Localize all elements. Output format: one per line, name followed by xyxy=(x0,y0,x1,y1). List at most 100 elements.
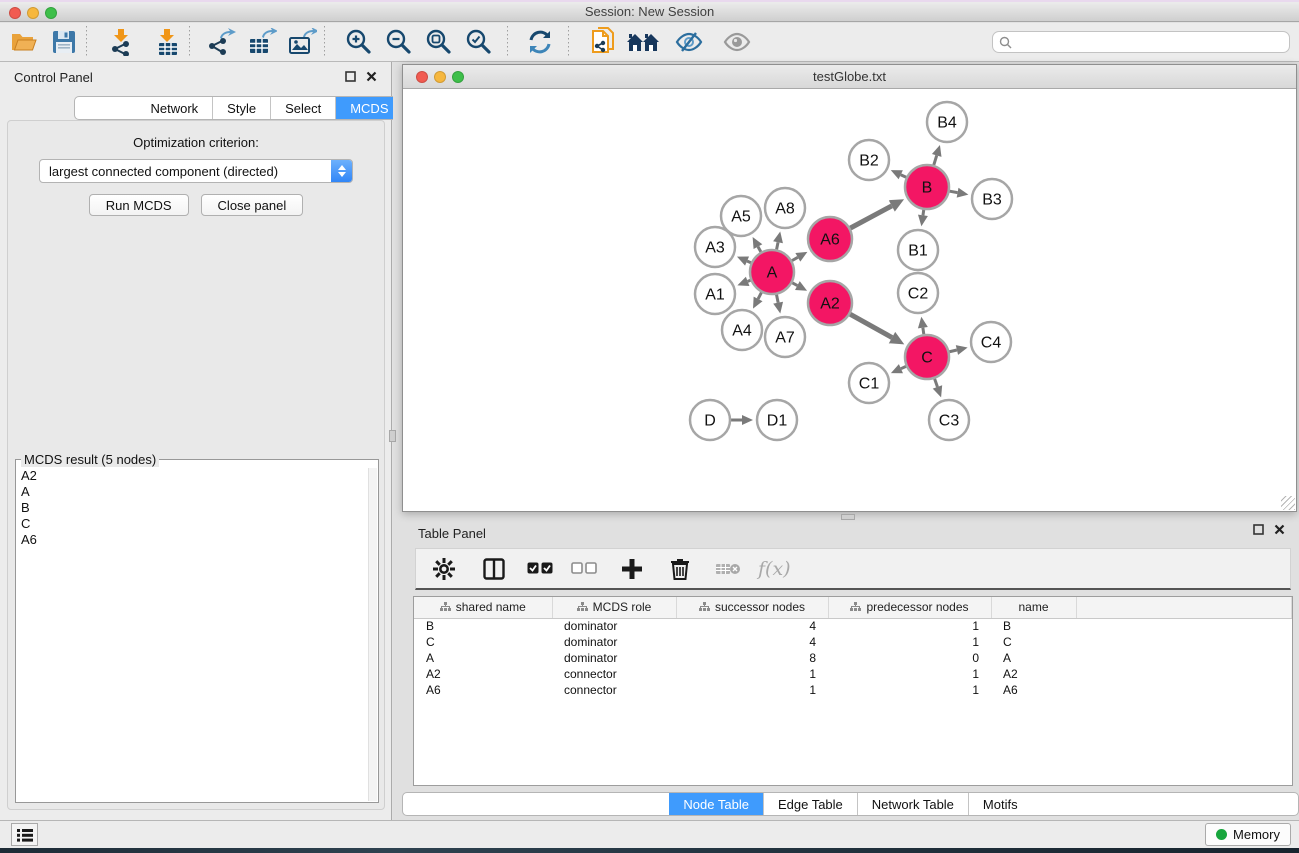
column-type-icon xyxy=(699,602,710,612)
select-all-button[interactable] xyxy=(522,552,558,586)
result-item[interactable]: A xyxy=(17,484,368,500)
edge-A-A5[interactable] xyxy=(758,247,761,252)
refresh-layout-button[interactable] xyxy=(520,25,560,59)
result-item[interactable]: A6 xyxy=(17,532,368,548)
tab-motifs[interactable]: Motifs xyxy=(969,793,1032,815)
export-table-button[interactable] xyxy=(242,25,282,59)
node-label: A7 xyxy=(775,330,795,347)
criterion-dropdown[interactable]: largest connected component (directed) xyxy=(39,159,353,183)
table-row[interactable]: A6connector11A6 xyxy=(414,682,1292,698)
column-header-successor-nodes[interactable]: successor nodes xyxy=(676,597,828,618)
network-graph[interactable]: AA1A2A3A4A5A6A7A8BB1B2B3B4CC1C2C3C4DD1 xyxy=(403,90,1296,511)
open-folder-icon xyxy=(10,29,38,55)
edge-C-C3[interactable] xyxy=(935,379,938,387)
column-header-predecessor-nodes[interactable]: predecessor nodes xyxy=(828,597,991,618)
tab-node-table[interactable]: Node Table xyxy=(669,793,764,815)
table-row[interactable]: Bdominator41B xyxy=(414,618,1292,634)
edge-A-A8[interactable] xyxy=(777,242,778,249)
float-table-panel-icon[interactable] xyxy=(1253,524,1266,537)
column-header-MCDS-role[interactable]: MCDS role xyxy=(552,597,676,618)
edge-A2-C[interactable] xyxy=(850,314,892,337)
tab-select[interactable]: Select xyxy=(271,97,336,119)
result-item[interactable]: B xyxy=(17,500,368,516)
zoom-in-button[interactable] xyxy=(339,25,379,59)
edge-B-B4[interactable] xyxy=(934,155,937,165)
close-panel-button[interactable]: Close panel xyxy=(201,194,304,216)
edge-A-A7[interactable] xyxy=(777,295,779,303)
edge-A-A2[interactable] xyxy=(792,283,797,286)
hide-graphics-details-button[interactable] xyxy=(669,25,709,59)
edge-A-A6[interactable] xyxy=(792,257,798,260)
edge-C-C4[interactable] xyxy=(949,350,957,352)
import-table-button[interactable] xyxy=(147,25,187,59)
show-graphics-details-button[interactable] xyxy=(717,25,757,59)
tab-style[interactable]: Style xyxy=(213,97,271,119)
open-file-button[interactable] xyxy=(4,25,44,59)
run-mcds-button[interactable]: Run MCDS xyxy=(89,194,189,216)
mcds-result-list[interactable]: A2ABCA6 xyxy=(17,468,368,801)
close-panel-icon[interactable] xyxy=(366,71,379,84)
status-bar: Memory xyxy=(0,820,1299,848)
edge-B-B2[interactable] xyxy=(901,175,906,178)
float-panel-icon[interactable] xyxy=(345,71,358,84)
table-settings-button[interactable] xyxy=(426,552,462,586)
import-network-button[interactable] xyxy=(101,25,141,59)
edge-A-A4[interactable] xyxy=(758,292,761,298)
add-column-button[interactable] xyxy=(614,552,650,586)
node-label: A5 xyxy=(731,209,751,226)
node-label: D xyxy=(704,413,716,430)
edge-A-A3[interactable] xyxy=(747,261,751,263)
column-header-name[interactable]: name xyxy=(991,597,1076,618)
arrowhead-icon xyxy=(932,145,942,157)
control-panel: Control Panel NetworkStyleSelectMCDS Opt… xyxy=(0,62,392,820)
first-neighbors-button[interactable] xyxy=(623,25,663,59)
eye-slash-icon xyxy=(674,29,704,55)
edge-B-B3[interactable] xyxy=(950,191,958,192)
result-item[interactable]: A2 xyxy=(17,468,368,484)
memory-button[interactable]: Memory xyxy=(1205,823,1291,846)
gear-icon xyxy=(433,558,455,580)
task-history-button[interactable] xyxy=(11,823,38,846)
result-scrollbar[interactable] xyxy=(368,468,377,801)
table-cell: dominator xyxy=(552,650,676,666)
refresh-icon xyxy=(526,28,554,56)
network-canvas[interactable]: AA1A2A3A4A5A6A7A8BB1B2B3B4CC1C2C3C4DD1 xyxy=(403,90,1296,511)
search-box[interactable] xyxy=(992,31,1290,53)
new-network-from-selection-button[interactable] xyxy=(583,25,623,59)
column-header-shared-name[interactable]: shared name xyxy=(414,597,552,618)
deselect-all-button[interactable] xyxy=(566,552,602,586)
save-session-button[interactable] xyxy=(44,25,84,59)
table-row[interactable]: Cdominator41C xyxy=(414,634,1292,650)
node-table[interactable]: shared nameMCDS rolesuccessor nodesprede… xyxy=(413,596,1293,786)
tab-edge-table[interactable]: Edge Table xyxy=(764,793,858,815)
save-icon xyxy=(51,29,77,55)
table-row[interactable]: Adominator80A xyxy=(414,650,1292,666)
edge-A6-B[interactable] xyxy=(850,206,891,228)
zoom-fit-button[interactable] xyxy=(419,25,459,59)
delete-columns-button[interactable] xyxy=(662,552,698,586)
tab-network-table[interactable]: Network Table xyxy=(858,793,969,815)
search-input[interactable] xyxy=(1016,35,1283,49)
edge-C-C1[interactable] xyxy=(901,366,906,368)
function-builder-icon: f(x) xyxy=(758,558,791,580)
table-row[interactable]: A2connector11A2 xyxy=(414,666,1292,682)
table-cell: A6 xyxy=(991,682,1076,698)
table-header[interactable]: shared nameMCDS rolesuccessor nodesprede… xyxy=(414,597,1292,618)
edge-A-A1[interactable] xyxy=(748,280,751,281)
window-resize-grip[interactable] xyxy=(1281,496,1295,510)
vertical-splitter-handle[interactable] xyxy=(389,430,396,442)
network-window-title: testGlobe.txt xyxy=(403,65,1296,89)
result-item[interactable]: C xyxy=(17,516,368,532)
zoom-selected-button[interactable] xyxy=(459,25,499,59)
edge-B-B1[interactable] xyxy=(923,210,924,216)
network-window-titlebar[interactable]: testGlobe.txt xyxy=(403,65,1296,89)
close-table-panel-icon[interactable] xyxy=(1274,524,1287,537)
export-image-button[interactable] xyxy=(282,25,322,59)
show-columns-button[interactable] xyxy=(476,552,512,586)
export-network-button[interactable] xyxy=(202,25,242,59)
zoom-out-button[interactable] xyxy=(379,25,419,59)
tab-network[interactable]: Network xyxy=(136,97,213,119)
node-label: C3 xyxy=(939,413,960,430)
edge-C-C2[interactable] xyxy=(923,328,924,335)
export-network-icon xyxy=(207,28,237,56)
